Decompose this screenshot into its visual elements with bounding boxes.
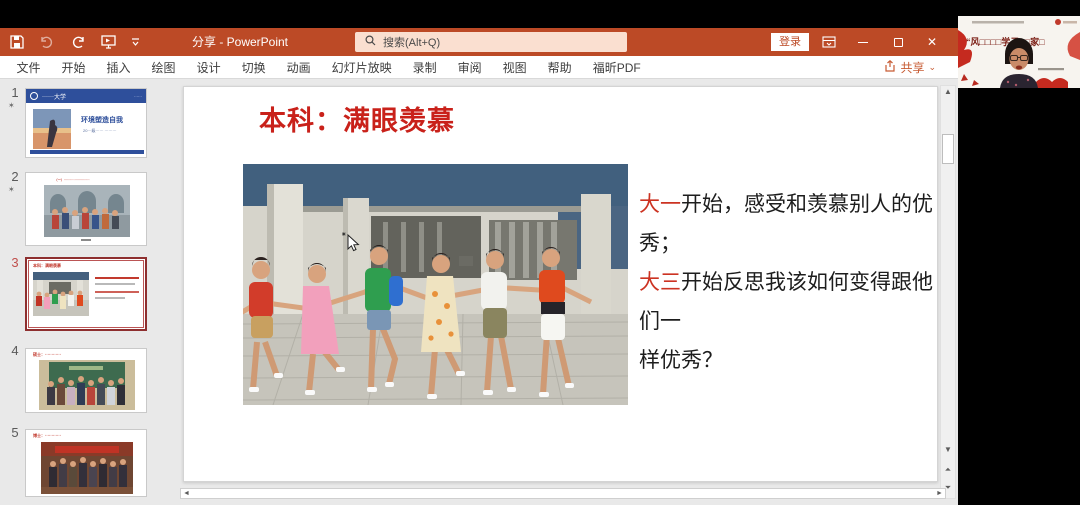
tab-help[interactable]: 帮助: [537, 59, 582, 76]
restore-button[interactable]: [883, 28, 913, 56]
tab-view[interactable]: 视图: [492, 59, 537, 76]
slide-thumbnail-4[interactable]: 硕士：⋯⋯⋯⋯: [25, 348, 147, 413]
share-button[interactable]: 共享 ⌄: [884, 56, 936, 79]
thumb2-caption: （一）⋯⋯⋯⋯⋯⋯⋯⋯: [54, 178, 89, 183]
body-line: 大一开始，感受和羡慕别人的优秀；: [639, 185, 939, 263]
tab-draw[interactable]: 绘图: [141, 59, 186, 76]
tab-review[interactable]: 审阅: [447, 59, 492, 76]
tab-home[interactable]: 开始: [51, 59, 96, 76]
save-icon[interactable]: [10, 35, 24, 49]
video-small-text-line: [972, 21, 1024, 24]
scroll-right-arrow[interactable]: ►: [934, 489, 945, 498]
vertical-scrollbar[interactable]: ▲ ▼ ⏶ ⏷: [940, 85, 956, 499]
scroll-left-arrow[interactable]: ◄: [181, 489, 192, 498]
tab-animations[interactable]: 动画: [276, 59, 321, 76]
undo-icon[interactable]: [39, 36, 55, 49]
login-button[interactable]: 登录: [771, 33, 809, 51]
thumb1-subtitle: 20⋯级⋯⋯ ⋯⋯⋯: [83, 128, 117, 134]
video-small-text-line: [1038, 68, 1064, 70]
thumb1-title: 环境塑造自我: [81, 115, 123, 125]
customize-qat-icon[interactable]: [131, 38, 140, 46]
powerpoint-window: 分享 - PowerPoint 搜索(Alt+Q) 登录 ✕ 文件 开始 插入 …: [0, 28, 958, 505]
thumb3-text-line: [95, 277, 139, 279]
slide3-number: 3: [7, 255, 23, 270]
tab-design[interactable]: 设计: [186, 59, 231, 76]
slide-thumbnail-1[interactable]: ⋯⋯大学 ⋯⋯ 环境塑造自我 20⋯级⋯⋯ ⋯⋯⋯: [25, 88, 147, 158]
thumb3-title: 本科：满眼羡慕: [33, 263, 61, 269]
university-logo-icon: [30, 92, 38, 100]
animation-star-icon[interactable]: ✶: [8, 101, 15, 110]
thumb1-header-side: ⋯⋯: [134, 94, 142, 99]
vertical-scrollbar-thumb[interactable]: [942, 134, 954, 164]
slide-thumbnail-panel: 1 ✶ ⋯⋯大学 ⋯⋯ 环境塑造自我 20⋯级⋯⋯ ⋯⋯⋯: [0, 79, 176, 505]
thumb3-text-line: [95, 291, 139, 293]
body-line-rest: 开始反思我该如何变得跟他们一: [639, 271, 933, 333]
animation-star-icon[interactable]: ✶: [8, 185, 15, 194]
tab-insert[interactable]: 插入: [96, 59, 141, 76]
scroll-down-arrow[interactable]: ▼: [941, 444, 955, 456]
slide-title[interactable]: 本科：满眼羡慕: [259, 99, 455, 138]
previous-slide-button[interactable]: ⏶: [941, 464, 955, 476]
minimize-button[interactable]: [848, 28, 878, 56]
redo-icon[interactable]: [70, 36, 86, 49]
thumb2-footnote-line: [81, 239, 91, 241]
window-title: 分享 - PowerPoint: [150, 28, 330, 56]
close-button[interactable]: ✕: [917, 28, 947, 56]
quick-access-toolbar: [10, 28, 140, 56]
webcam-video-overlay[interactable]: “风□□□□学子□□家□: [958, 16, 1080, 88]
search-placeholder: 搜索(Alt+Q): [383, 34, 440, 50]
thumb3-text-line: [95, 283, 135, 285]
slide-thumbnail-2[interactable]: （一）⋯⋯⋯⋯⋯⋯⋯⋯: [25, 172, 147, 246]
thumb4-photo: [39, 360, 135, 410]
body-line-rest: 样优秀？: [639, 349, 723, 372]
title-bar: 分享 - PowerPoint 搜索(Alt+Q) 登录 ✕: [0, 28, 958, 56]
close-icon: ✕: [927, 36, 937, 48]
body-line-rest: 开始，感受和羡慕别人的优秀；: [639, 193, 933, 255]
tab-foxit-pdf[interactable]: 福昕PDF: [582, 59, 651, 76]
slide-thumbnail-3-selected[interactable]: 本科：满眼羡慕: [25, 257, 147, 331]
ribbon-display-options-button[interactable]: [814, 28, 844, 56]
slide4-number: 4: [7, 343, 23, 358]
slide-thumbnail-5[interactable]: 博士：⋯⋯⋯⋯: [25, 429, 147, 497]
share-label: 共享: [900, 59, 924, 76]
body-line-lead: 大一: [639, 193, 681, 216]
video-logo-icon: [1055, 19, 1061, 25]
thumb3-photo: [33, 272, 89, 316]
thumb5-title: 博士：⋯⋯⋯⋯: [33, 433, 61, 439]
thumb2-photo: [44, 185, 130, 237]
search-input[interactable]: 搜索(Alt+Q): [355, 32, 627, 52]
ribbon-tab-bar: 文件 开始 插入 绘图 设计 切换 动画 幻灯片放映 录制 审阅 视图 帮助 福…: [0, 56, 958, 79]
horizontal-scrollbar[interactable]: ◄ ►: [180, 488, 946, 499]
thumb1-header-text: ⋯⋯大学: [42, 92, 66, 101]
slide1-number: 1: [7, 85, 23, 100]
search-icon: [365, 35, 376, 49]
thumb4-title: 硕士：⋯⋯⋯⋯: [33, 352, 61, 358]
thumb3-text-line: [95, 297, 125, 299]
thumb1-footer-bar: [30, 150, 144, 154]
person-mouth: [1016, 66, 1022, 70]
tab-record[interactable]: 录制: [402, 59, 447, 76]
thumb5-photo: [41, 442, 133, 494]
tab-file[interactable]: 文件: [6, 59, 51, 76]
slide2-number: 2: [7, 169, 23, 184]
tab-slideshow[interactable]: 幻灯片放映: [321, 59, 402, 76]
thumb1-header: ⋯⋯大学 ⋯⋯: [26, 89, 146, 103]
slide5-number: 5: [7, 425, 23, 440]
slide-body-textbox[interactable]: 大一开始，感受和羡慕别人的优秀； 大三开始反思我该如何变得跟他们一 样优秀？: [639, 185, 939, 380]
video-banner-text: “风□□□□学子□□家□: [966, 36, 1045, 47]
body-line-lead: 大三: [639, 271, 681, 294]
scroll-up-arrow[interactable]: ▲: [941, 86, 955, 98]
chevron-down-icon: ⌄: [928, 62, 936, 73]
body-line: 样优秀？: [639, 341, 939, 380]
body-line: 大三开始反思我该如何变得跟他们一: [639, 263, 939, 341]
share-icon: [884, 60, 896, 75]
workspace: 1 ✶ ⋯⋯大学 ⋯⋯ 环境塑造自我 20⋯级⋯⋯ ⋯⋯⋯: [0, 79, 958, 505]
slide-canvas[interactable]: 本科：满眼羡慕: [183, 86, 938, 482]
thumb1-photo: [33, 109, 71, 149]
screen: 分享 - PowerPoint 搜索(Alt+Q) 登录 ✕ 文件 开始 插入 …: [0, 0, 1080, 505]
tab-transitions[interactable]: 切换: [231, 59, 276, 76]
slide-photo[interactable]: [243, 164, 628, 405]
start-slideshow-icon[interactable]: [101, 35, 116, 49]
